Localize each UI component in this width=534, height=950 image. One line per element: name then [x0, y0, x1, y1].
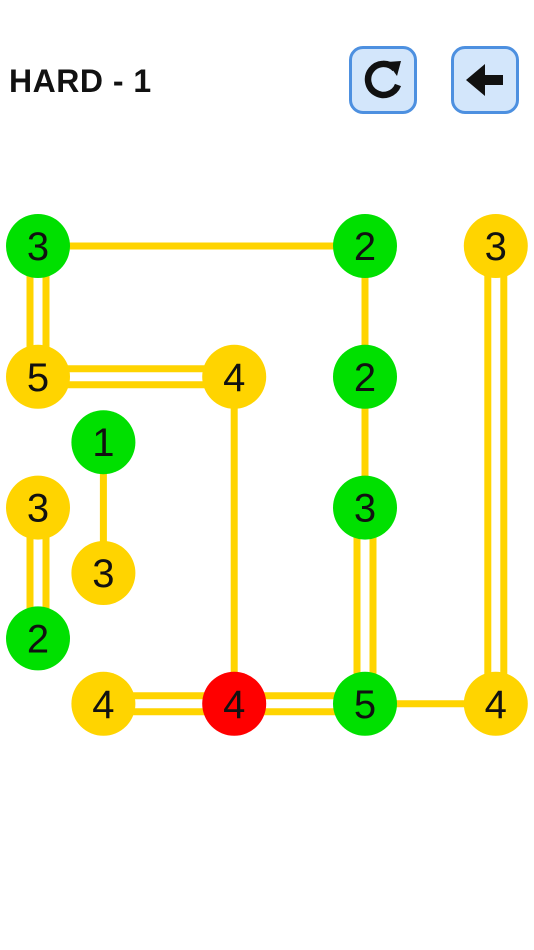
island-e[interactable]: 4 — [202, 344, 267, 409]
island-j[interactable]: 3 — [71, 541, 136, 605]
puzzle-board: 3 2 35 4 213 3324 4 5 4 — [6, 214, 528, 736]
back-button[interactable] — [451, 46, 519, 114]
island-value: 3 — [354, 487, 376, 531]
island-n[interactable]: 5 — [333, 671, 397, 736]
island-value: 3 — [485, 225, 507, 269]
island-value: 2 — [354, 356, 376, 400]
island-value: 1 — [92, 421, 114, 465]
island-value: 2 — [27, 617, 49, 661]
island-l[interactable]: 4 — [71, 671, 136, 736]
island-value: 4 — [92, 683, 114, 727]
island-value: 4 — [223, 356, 245, 400]
arrow-left-icon — [466, 64, 503, 96]
island-k[interactable]: 2 — [6, 606, 70, 671]
island-b[interactable]: 2 — [333, 214, 397, 278]
island-value: 5 — [354, 683, 376, 727]
island-f[interactable]: 2 — [333, 344, 397, 409]
island-value: 4 — [223, 683, 245, 727]
island-value: 4 — [485, 683, 507, 727]
island-c[interactable]: 3 — [463, 214, 528, 278]
restart-button[interactable] — [349, 46, 417, 114]
island-i[interactable]: 3 — [333, 475, 397, 540]
island-value: 3 — [27, 225, 49, 269]
island-m[interactable]: 4 — [202, 671, 267, 736]
restart-icon — [364, 60, 402, 99]
islands-layer: 3 2 35 4 213 3324 4 5 4 — [6, 214, 528, 736]
island-value: 3 — [27, 487, 49, 531]
island-value: 2 — [354, 225, 376, 269]
island-h[interactable]: 3 — [6, 475, 70, 540]
bridges-layer — [26, 242, 508, 716]
island-value: 3 — [92, 552, 114, 596]
island-a[interactable]: 3 — [6, 214, 70, 278]
island-g[interactable]: 1 — [71, 410, 136, 475]
island-value: 5 — [27, 356, 49, 400]
island-d[interactable]: 5 — [6, 344, 70, 409]
island-o[interactable]: 4 — [463, 671, 528, 736]
level-title: HARD - 1 — [9, 63, 152, 99]
